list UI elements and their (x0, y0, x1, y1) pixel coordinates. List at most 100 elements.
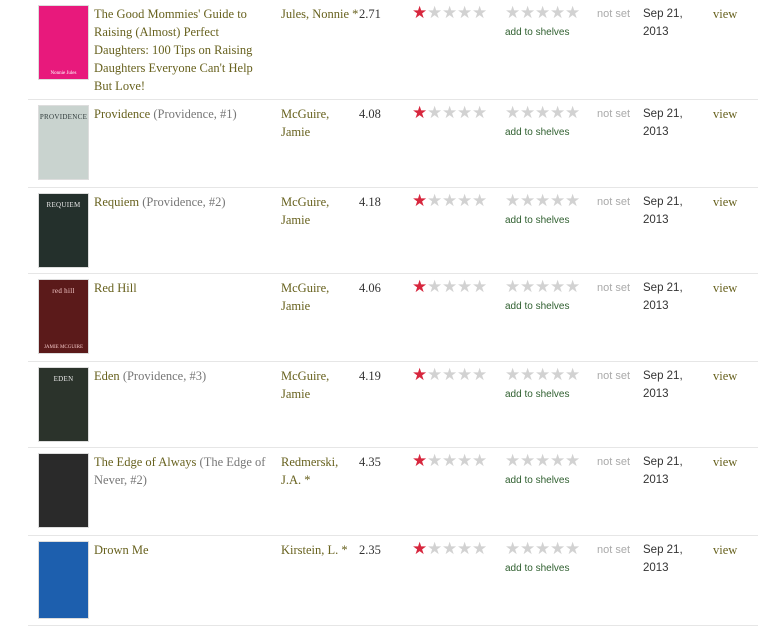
my-rating-stars[interactable]: ★ ★ ★ ★ ★ (412, 367, 487, 384)
star-icon[interactable]: ★ (550, 541, 565, 558)
my-rating-stars[interactable]: ★ ★ ★ ★ ★ (412, 453, 487, 470)
star-icon[interactable]: ★ (457, 105, 472, 122)
star-icon[interactable]: ★ (457, 453, 472, 470)
star-icon[interactable]: ★ (550, 5, 565, 22)
star-icon[interactable]: ★ (520, 541, 535, 558)
view-link[interactable]: view (713, 367, 737, 385)
shelf-rating-stars[interactable]: ★ ★ ★ ★ ★ (505, 193, 580, 210)
star-icon[interactable]: ★ (565, 105, 580, 122)
book-cover[interactable]: Nonnie Jules (38, 5, 89, 80)
book-cover[interactable]: REQUIEM (38, 193, 89, 268)
author-link[interactable]: McGuire, Jamie (281, 193, 359, 229)
view-link[interactable]: view (713, 453, 737, 471)
author-link[interactable]: McGuire, Jamie (281, 279, 359, 315)
star-icon[interactable]: ★ (442, 541, 457, 558)
add-to-shelves-link[interactable]: add to shelves (505, 475, 570, 486)
my-rating-stars[interactable]: ★ ★ ★ ★ ★ (412, 105, 487, 122)
star-icon[interactable]: ★ (442, 367, 457, 384)
book-cover[interactable]: EDEN (38, 367, 89, 442)
my-rating-stars[interactable]: ★ ★ ★ ★ ★ (412, 5, 487, 22)
star-icon[interactable]: ★ (442, 105, 457, 122)
shelf-rating-stars[interactable]: ★ ★ ★ ★ ★ (505, 105, 580, 122)
view-link[interactable]: view (713, 5, 737, 23)
book-cover[interactable]: red hill JAMIE MCGUIRE (38, 279, 89, 354)
star-icon[interactable]: ★ (412, 5, 427, 22)
star-icon[interactable]: ★ (427, 5, 442, 22)
star-icon[interactable]: ★ (457, 279, 472, 296)
star-icon[interactable]: ★ (505, 367, 520, 384)
star-icon[interactable]: ★ (457, 367, 472, 384)
star-icon[interactable]: ★ (550, 279, 565, 296)
author-link[interactable]: Kirstein, L. * (281, 541, 359, 559)
star-icon[interactable]: ★ (472, 453, 487, 470)
star-icon[interactable]: ★ (472, 105, 487, 122)
star-icon[interactable]: ★ (427, 541, 442, 558)
star-icon[interactable]: ★ (427, 279, 442, 296)
view-link[interactable]: view (713, 193, 737, 211)
star-icon[interactable]: ★ (472, 541, 487, 558)
book-cover[interactable] (38, 541, 89, 619)
star-icon[interactable]: ★ (472, 193, 487, 210)
star-icon[interactable]: ★ (565, 193, 580, 210)
star-icon[interactable]: ★ (412, 279, 427, 296)
star-icon[interactable]: ★ (472, 367, 487, 384)
star-icon[interactable]: ★ (565, 367, 580, 384)
star-icon[interactable]: ★ (505, 279, 520, 296)
add-to-shelves-link[interactable]: add to shelves (505, 127, 570, 138)
view-link[interactable]: view (713, 279, 737, 297)
star-icon[interactable]: ★ (472, 279, 487, 296)
star-icon[interactable]: ★ (505, 105, 520, 122)
author-link[interactable]: Jules, Nonnie * (281, 5, 359, 23)
star-icon[interactable]: ★ (565, 541, 580, 558)
star-icon[interactable]: ★ (412, 541, 427, 558)
star-icon[interactable]: ★ (412, 367, 427, 384)
star-icon[interactable]: ★ (520, 367, 535, 384)
author-link[interactable]: McGuire, Jamie (281, 105, 359, 141)
star-icon[interactable]: ★ (535, 5, 550, 22)
star-icon[interactable]: ★ (565, 453, 580, 470)
star-icon[interactable]: ★ (427, 193, 442, 210)
star-icon[interactable]: ★ (550, 453, 565, 470)
star-icon[interactable]: ★ (520, 193, 535, 210)
star-icon[interactable]: ★ (520, 105, 535, 122)
star-icon[interactable]: ★ (505, 453, 520, 470)
star-icon[interactable]: ★ (457, 5, 472, 22)
shelf-rating-stars[interactable]: ★ ★ ★ ★ ★ (505, 367, 580, 384)
star-icon[interactable]: ★ (520, 453, 535, 470)
star-icon[interactable]: ★ (412, 105, 427, 122)
author-link[interactable]: McGuire, Jamie (281, 367, 359, 403)
add-to-shelves-link[interactable]: add to shelves (505, 563, 570, 574)
star-icon[interactable]: ★ (505, 541, 520, 558)
star-icon[interactable]: ★ (520, 279, 535, 296)
book-title-link[interactable]: The Edge of Always (94, 455, 196, 469)
star-icon[interactable]: ★ (427, 453, 442, 470)
star-icon[interactable]: ★ (457, 193, 472, 210)
book-title-link[interactable]: Red Hill (94, 281, 137, 295)
add-to-shelves-link[interactable]: add to shelves (505, 389, 570, 400)
star-icon[interactable]: ★ (535, 279, 550, 296)
star-icon[interactable]: ★ (412, 193, 427, 210)
book-title-link[interactable]: Providence (94, 107, 150, 121)
star-icon[interactable]: ★ (535, 193, 550, 210)
shelf-rating-stars[interactable]: ★ ★ ★ ★ ★ (505, 5, 580, 22)
book-cover[interactable]: PROVIDENCE (38, 105, 89, 180)
add-to-shelves-link[interactable]: add to shelves (505, 301, 570, 312)
view-link[interactable]: view (713, 105, 737, 123)
book-title-link[interactable]: Eden (94, 369, 120, 383)
book-title-link[interactable]: Requiem (94, 195, 139, 209)
star-icon[interactable]: ★ (457, 541, 472, 558)
star-icon[interactable]: ★ (535, 453, 550, 470)
star-icon[interactable]: ★ (442, 5, 457, 22)
star-icon[interactable]: ★ (550, 193, 565, 210)
book-title-link[interactable]: Drown Me (94, 543, 149, 557)
star-icon[interactable]: ★ (427, 367, 442, 384)
author-link[interactable]: Redmerski, J.A. * (281, 453, 359, 489)
book-cover[interactable] (38, 453, 89, 528)
star-icon[interactable]: ★ (505, 193, 520, 210)
star-icon[interactable]: ★ (535, 105, 550, 122)
star-icon[interactable]: ★ (535, 541, 550, 558)
view-link[interactable]: view (713, 541, 737, 559)
shelf-rating-stars[interactable]: ★ ★ ★ ★ ★ (505, 453, 580, 470)
my-rating-stars[interactable]: ★ ★ ★ ★ ★ (412, 541, 487, 558)
star-icon[interactable]: ★ (472, 5, 487, 22)
